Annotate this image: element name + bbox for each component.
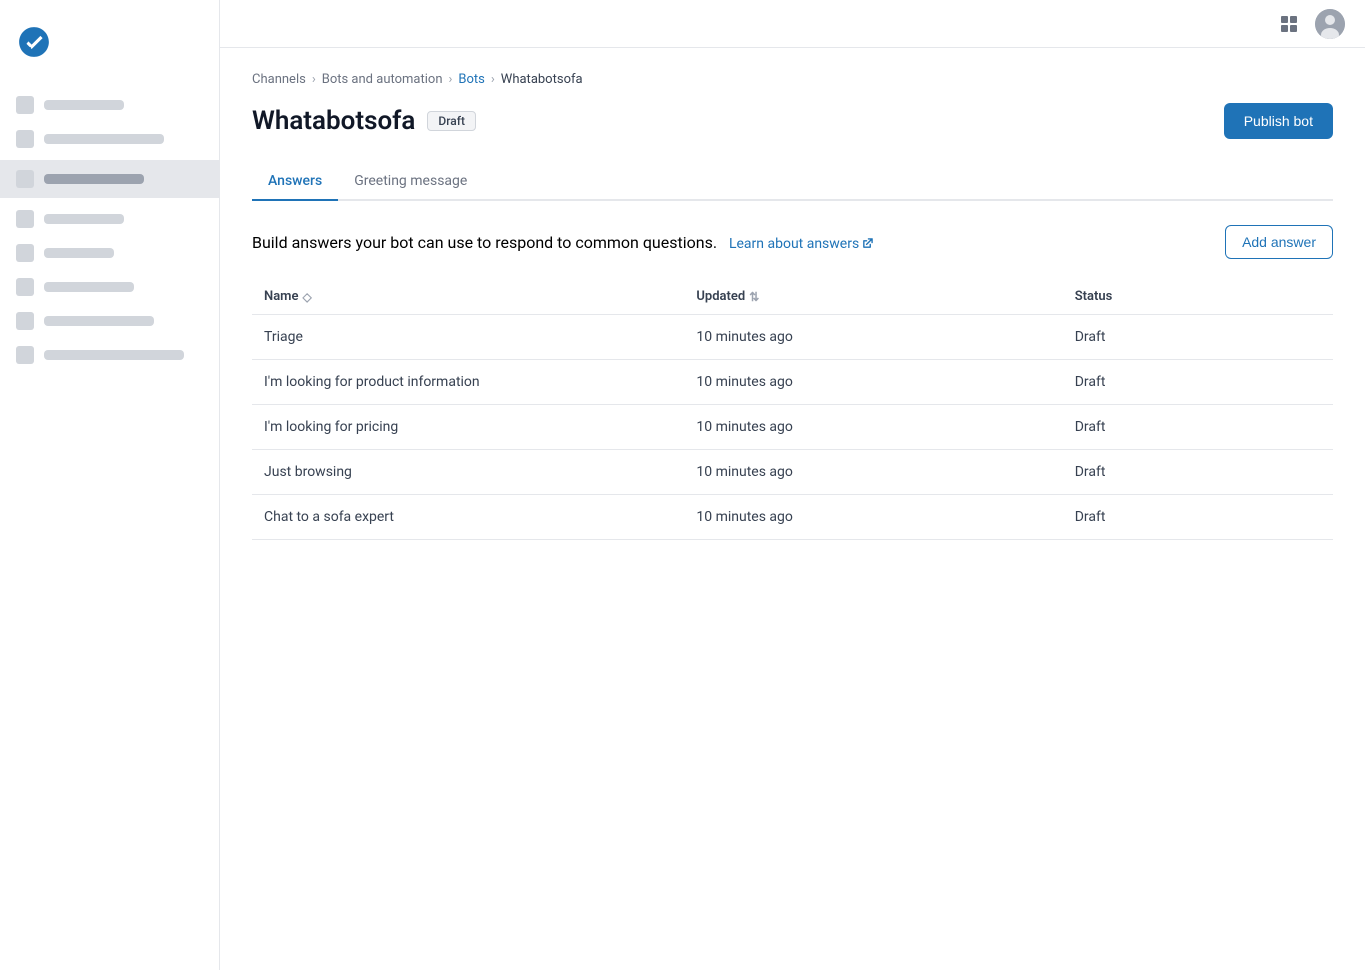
cell-name: Chat to a sofa expert — [252, 495, 684, 540]
table-row[interactable]: I'm looking for product information 10 m… — [252, 360, 1333, 405]
th-status: Status — [1063, 279, 1333, 315]
breadcrumb-bots-automation[interactable]: Bots and automation — [322, 72, 443, 87]
table-row[interactable]: Just browsing 10 minutes ago Draft — [252, 450, 1333, 495]
page-header: Whatabotsofa Draft Publish bot — [252, 103, 1333, 139]
cell-updated: 10 minutes ago — [684, 315, 1062, 360]
cell-name: Triage — [252, 315, 684, 360]
cell-updated: 10 minutes ago — [684, 495, 1062, 540]
breadcrumb: Channels › Bots and automation › Bots › … — [252, 72, 1333, 87]
cell-updated: 10 minutes ago — [684, 405, 1062, 450]
cell-name: I'm looking for pricing — [252, 405, 684, 450]
cell-updated: 10 minutes ago — [684, 450, 1062, 495]
sidebar-item-4[interactable] — [0, 202, 219, 236]
user-avatar[interactable] — [1315, 9, 1345, 39]
table-row[interactable]: Triage 10 minutes ago Draft — [252, 315, 1333, 360]
sidebar-label-4 — [44, 214, 124, 224]
cell-updated: 10 minutes ago — [684, 360, 1062, 405]
sidebar-icon-8 — [16, 346, 34, 364]
content-area: Channels › Bots and automation › Bots › … — [220, 48, 1365, 564]
sidebar-label-5 — [44, 248, 114, 258]
breadcrumb-sep-1: › — [312, 72, 316, 87]
sidebar-icon-1 — [16, 96, 34, 114]
sidebar-icon-6 — [16, 278, 34, 296]
sidebar: Z — [0, 0, 220, 970]
sidebar-logo: Z — [0, 16, 219, 88]
topbar — [220, 0, 1365, 48]
table-row[interactable]: I'm looking for pricing 10 minutes ago D… — [252, 405, 1333, 450]
sidebar-item-3[interactable] — [0, 160, 219, 198]
svg-text:Z: Z — [21, 33, 32, 53]
learn-about-answers-link[interactable]: Learn about answers — [729, 236, 873, 252]
breadcrumb-channels[interactable]: Channels — [252, 72, 306, 87]
publish-bot-button[interactable]: Publish bot — [1224, 103, 1333, 139]
sidebar-item-2[interactable] — [0, 122, 219, 156]
cell-status: Draft — [1063, 450, 1333, 495]
th-updated: Updated ⇅ — [684, 279, 1062, 315]
add-answer-button[interactable]: Add answer — [1225, 225, 1333, 259]
page-title: Whatabotsofa — [252, 106, 415, 136]
grid-icon[interactable] — [1275, 10, 1303, 38]
cell-status: Draft — [1063, 360, 1333, 405]
cell-status: Draft — [1063, 495, 1333, 540]
draft-badge: Draft — [427, 111, 476, 131]
sidebar-icon-4 — [16, 210, 34, 228]
updated-sort-icon[interactable]: ⇅ — [749, 290, 759, 304]
description-row: Build answers your bot can use to respon… — [252, 225, 1333, 259]
cell-status: Draft — [1063, 405, 1333, 450]
sidebar-label-3 — [44, 174, 144, 184]
description-text: Build answers your bot can use to respon… — [252, 233, 873, 252]
sidebar-icon-2 — [16, 130, 34, 148]
cell-status: Draft — [1063, 315, 1333, 360]
sidebar-item-7[interactable] — [0, 304, 219, 338]
tabs: Answers Greeting message — [252, 163, 1333, 201]
tab-greeting-message[interactable]: Greeting message — [338, 163, 483, 201]
answers-table: Name ◇ Updated ⇅ Status Triage 10 minu — [252, 279, 1333, 540]
breadcrumb-bots[interactable]: Bots — [458, 72, 484, 87]
main-content: Channels › Bots and automation › Bots › … — [220, 48, 1365, 970]
sidebar-icon-7 — [16, 312, 34, 330]
cell-name: I'm looking for product information — [252, 360, 684, 405]
th-name: Name ◇ — [252, 279, 684, 315]
table-header: Name ◇ Updated ⇅ Status — [252, 279, 1333, 315]
sidebar-item-5[interactable] — [0, 236, 219, 270]
page-header-left: Whatabotsofa Draft — [252, 106, 476, 136]
sidebar-icon-5 — [16, 244, 34, 262]
breadcrumb-sep-2: › — [449, 72, 453, 87]
name-sort-icon[interactable]: ◇ — [302, 290, 311, 304]
sidebar-label-8 — [44, 350, 184, 360]
sidebar-label-1 — [44, 100, 124, 110]
description-static: Build answers your bot can use to respon… — [252, 233, 717, 252]
sidebar-icon-3 — [16, 170, 34, 188]
sidebar-item-8[interactable] — [0, 338, 219, 372]
sidebar-item-6[interactable] — [0, 270, 219, 304]
sidebar-label-6 — [44, 282, 134, 292]
breadcrumb-current: Whatabotsofa — [501, 72, 583, 87]
sidebar-item-1[interactable] — [0, 88, 219, 122]
breadcrumb-sep-3: › — [491, 72, 495, 87]
cell-name: Just browsing — [252, 450, 684, 495]
sidebar-label-2 — [44, 134, 164, 144]
table-row[interactable]: Chat to a sofa expert 10 minutes ago Dra… — [252, 495, 1333, 540]
tab-answers[interactable]: Answers — [252, 163, 338, 201]
table-body: Triage 10 minutes ago Draft I'm looking … — [252, 315, 1333, 540]
sidebar-label-7 — [44, 316, 154, 326]
